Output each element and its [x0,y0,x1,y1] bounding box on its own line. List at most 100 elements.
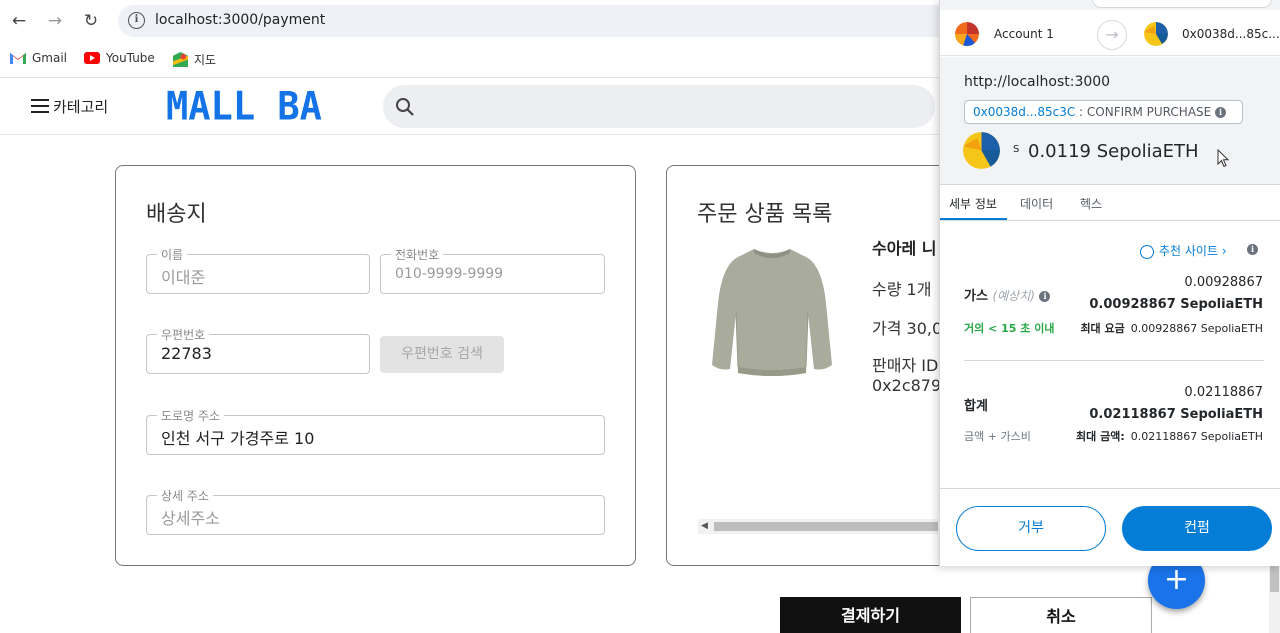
confirm-button[interactable]: 컨펌 [1122,506,1272,551]
scrollbar-thumb[interactable] [714,522,938,531]
total-max-amount: 최대 금액: 0.02118867 SepoliaETH [1076,428,1263,444]
amount-value: 0.0119 SepoliaETH [1028,141,1199,162]
detail-tabs: 세부 정보 데이터 헥스 [940,186,1280,221]
seller-label: 판매자 ID [872,356,939,375]
road-address-label: 도로명 주소 [157,407,225,424]
recipient-avatar [1144,22,1168,46]
total-max-value: 0.02118867 SepoliaETH [1130,430,1263,443]
tab-hex[interactable]: 헥스 [1080,195,1102,212]
mouse-cursor-icon [1217,149,1230,168]
total-max-label: 최대 금액: [1076,430,1125,443]
tab-data[interactable]: 데이터 [1020,195,1053,212]
bookmark-label: Gmail [32,51,68,65]
recommended-site-link[interactable]: 추천 사이트 › [1140,242,1227,259]
back-arrow-icon[interactable]: ← [8,10,30,32]
maps-icon [173,52,188,67]
bookmark-youtube[interactable]: YouTube [84,51,155,65]
contract-method-tag[interactable]: 0x0038d...85c3C : CONFIRM PURCHASE i [964,100,1243,124]
phone-label: 전화번호 [391,246,444,263]
page-scrollbar-thumb[interactable] [1270,566,1279,592]
arrow-right-icon: → [1097,20,1127,50]
forward-arrow-icon[interactable]: → [44,10,66,32]
info-icon[interactable]: i [1247,244,1258,255]
site-info-icon[interactable]: i [128,12,145,29]
gas-max-fee: 최대 요금 0.00928867 SepoliaETH [1080,320,1263,336]
zip-label: 우편번호 [157,326,210,343]
tab-details[interactable]: 세부 정보 [949,195,997,212]
bookmark-label: 지도 [194,53,217,67]
search-icon [396,98,414,116]
road-address-field[interactable]: 도로명 주소 인천 서구 가경주로 10 [146,407,605,455]
category-button[interactable]: 카테고리 [53,96,108,117]
bookmark-label: YouTube [106,51,155,65]
recipient-address[interactable]: 0x0038d...85c... [1182,27,1280,41]
gas-max-fee-label: 최대 요금 [1080,322,1125,335]
detail-address-field[interactable]: 상세 주소 상세주소 [146,487,605,535]
chevron-right-icon: › [1221,244,1227,258]
contract-address[interactable]: 0x0038d...85c3C [973,105,1075,119]
network-pill[interactable] [1092,0,1272,8]
page-scrollbar[interactable] [1269,566,1280,633]
bookmark-maps[interactable]: 지도 [173,51,216,68]
road-address-value: 인천 서구 가경주로 10 [161,429,315,448]
seller-id: 0x2c879 [872,376,942,395]
horizontal-scrollbar[interactable]: ◀ [698,519,938,534]
info-icon[interactable]: i [1039,291,1051,302]
product-quantity: 수량 1개 [872,280,932,299]
product-image [712,249,832,376]
zip-search-button[interactable]: 우편번호 검색 [380,336,504,373]
hamburger-menu-icon[interactable] [31,99,49,113]
product-price: 가격 30,0 [872,319,943,338]
info-icon[interactable]: i [1215,107,1227,118]
bookmark-gmail[interactable]: Gmail [10,51,67,65]
gas-time-estimate: 거의 < 15 초 이내 [964,322,1055,335]
request-summary: http://localhost:3000 0x0038d...85c3C : … [940,57,1280,185]
active-tab-indicator [940,218,1007,220]
gas-label: 가스 [964,289,988,304]
gas-amount-small: 0.00928867 [1184,275,1263,290]
phone-field[interactable]: 전화번호 010-9999-9999 [380,246,605,294]
youtube-icon [84,52,100,64]
account-row: Account 1 → 0x0038d...85c... [940,10,1280,56]
zip-field[interactable]: 우편번호 22783 [146,326,370,374]
gas-amount-bold: 0.00928867 SepoliaETH [1089,297,1263,312]
amount-symbol: S [1013,144,1020,155]
gas-estimate-label: (예상치) [992,289,1035,303]
gmail-icon [10,53,26,64]
token-avatar [963,132,1000,169]
total-amount-bold: 0.02118867 SepoliaETH [1089,407,1263,422]
account-avatar[interactable] [955,22,979,46]
detail-address-placeholder: 상세주소 [161,509,220,528]
account-name[interactable]: Account 1 [994,27,1054,41]
divider [964,360,1264,361]
order-title: 주문 상품 목록 [697,202,833,227]
reload-icon[interactable]: ↻ [80,10,102,32]
pay-button[interactable]: 결제하기 [780,597,961,633]
method-label: : CONFIRM PURCHASE [1079,105,1212,119]
origin-url: http://localhost:3000 [964,74,1111,90]
reject-button[interactable]: 거부 [956,506,1106,551]
recommended-site-label: 추천 사이트 [1159,244,1219,258]
total-amount-small: 0.02118867 [1184,385,1263,400]
product-name: 수아레 니 [872,239,937,258]
address-bar[interactable]: i localhost:3000/payment [118,5,958,37]
scroll-left-icon[interactable]: ◀ [701,521,708,531]
search-input[interactable] [383,85,935,128]
globe-icon [1140,244,1154,259]
site-logo[interactable]: MALL BA [166,84,322,129]
zip-value: 22783 [161,344,212,363]
phone-placeholder: 010-9999-9999 [395,266,504,282]
url-text[interactable]: localhost:3000/payment [155,12,325,28]
name-label: 이름 [157,246,188,263]
network-bar [940,0,1280,10]
cancel-button[interactable]: 취소 [970,597,1152,633]
shipping-title: 배송지 [146,202,207,227]
gas-label-row: 가스 (예상치) i [964,285,1051,304]
total-label: 합계 [964,399,988,414]
name-field[interactable]: 이름 이대준 [146,246,370,294]
total-subtitle: 금액 + 가스비 [964,430,1031,443]
gas-max-fee-value: 0.00928867 SepoliaETH [1130,322,1263,335]
popup-footer: 거부 컨펌 [940,488,1280,566]
metamask-popup: Account 1 → 0x0038d...85c... http://loca… [939,0,1280,566]
detail-address-label: 상세 주소 [157,487,213,504]
